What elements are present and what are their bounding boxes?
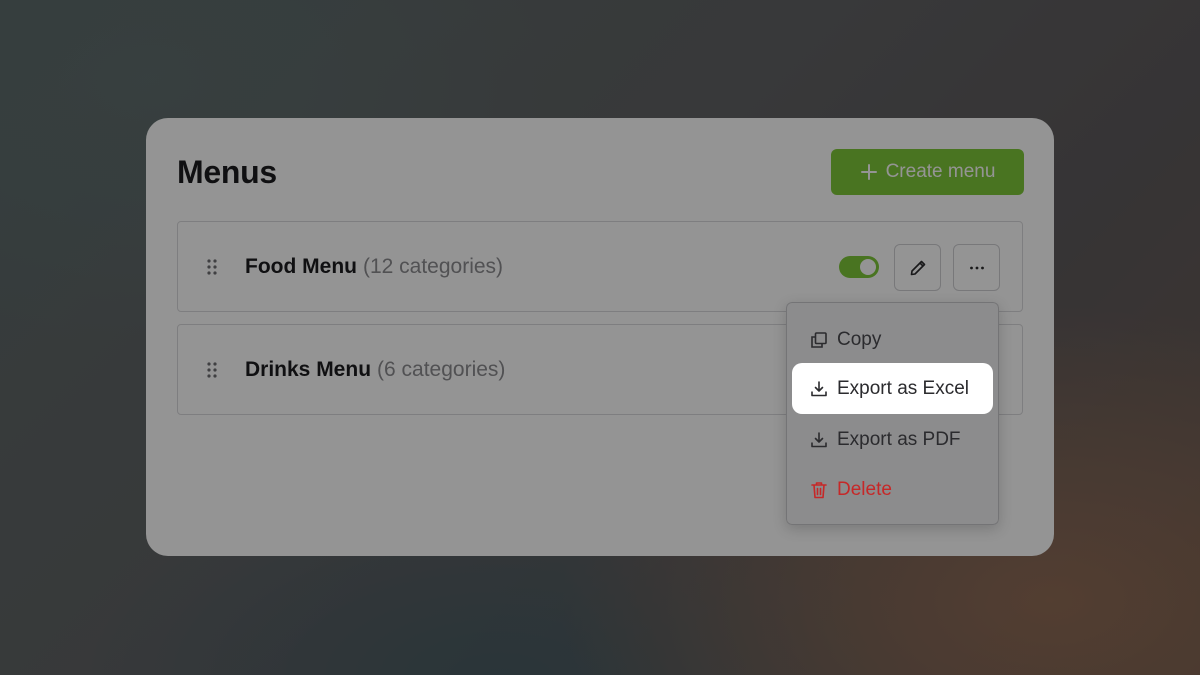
more-options-button[interactable] [953, 244, 1000, 291]
menu-label: Drinks Menu (6 categories) [245, 358, 505, 382]
page-title: Menus [177, 154, 277, 190]
ellipsis-icon [969, 266, 984, 269]
dropdown-item-export-excel[interactable]: Export as Excel [792, 363, 993, 414]
menu-name: Drinks Menu [245, 357, 372, 381]
download-icon [811, 380, 827, 396]
dropdown-item-label: Copy [837, 329, 882, 350]
menu-enabled-toggle[interactable] [839, 256, 879, 278]
dropdown-item-label: Delete [837, 479, 892, 500]
dropdown-item-export-pdf[interactable]: Export as PDF [809, 425, 961, 455]
dropdown-item-label: Export as Excel [837, 377, 969, 399]
pencil-icon [910, 260, 925, 275]
dropdown-item-delete[interactable]: Delete [809, 475, 892, 505]
plus-icon [860, 164, 877, 180]
trash-icon [811, 482, 827, 499]
menu-name: Food Menu [245, 254, 357, 278]
dropdown-item-label: Export as PDF [837, 429, 961, 450]
dropdown-item-copy[interactable]: Copy [809, 325, 881, 355]
menu-category-count: (12 categories) [362, 254, 504, 278]
download-icon [811, 432, 827, 448]
edit-menu-button[interactable] [894, 244, 941, 291]
toggle-knob [860, 259, 876, 275]
menu-label: Food Menu (12 categories) [245, 255, 503, 279]
drag-handle-icon[interactable] [206, 258, 218, 276]
copy-icon [811, 332, 827, 348]
create-menu-button[interactable]: Create menu [831, 149, 1024, 195]
menu-category-count: (6 categories) [377, 357, 506, 381]
create-menu-label: Create menu [885, 161, 996, 182]
drag-handle-icon[interactable] [206, 361, 218, 379]
menu-row-food[interactable]: Food Menu (12 categories) [177, 221, 1023, 312]
